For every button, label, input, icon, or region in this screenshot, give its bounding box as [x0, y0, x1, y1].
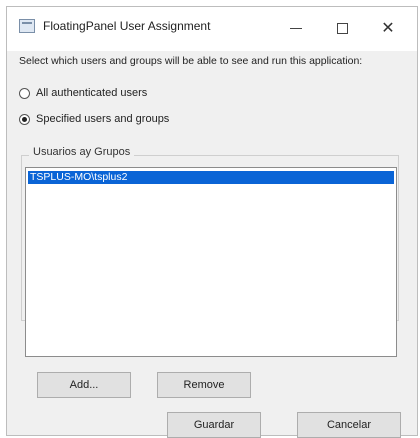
list-item[interactable]: TSPLUS-MO\tsplus2 — [28, 171, 394, 184]
title-bar: FloatingPanel User Assignment ✕ — [7, 7, 417, 51]
radio-specified-indicator[interactable] — [19, 113, 30, 125]
close-button[interactable]: ✕ — [365, 13, 411, 43]
maximize-icon — [336, 22, 348, 34]
maximize-button[interactable] — [319, 13, 365, 43]
app-icon — [19, 19, 35, 33]
remove-button[interactable]: Remove — [157, 372, 251, 398]
add-button[interactable]: Add... — [37, 372, 131, 398]
minimize-button[interactable] — [273, 13, 319, 43]
radio-all-authenticated-label: All authenticated users — [36, 87, 148, 99]
window-title: FloatingPanel User Assignment — [43, 19, 211, 33]
dialog-window: FloatingPanel User Assignment ✕ Select w… — [6, 6, 418, 438]
save-button[interactable]: Guardar — [167, 412, 261, 438]
users-groups-legend: Usuarios ay Grupos — [29, 146, 135, 158]
instructions-text: Select which users and groups will be ab… — [19, 55, 363, 67]
close-icon: ✕ — [381, 20, 395, 37]
radio-specified-users-groups[interactable]: Specified users and groups — [19, 113, 169, 125]
minimize-icon — [290, 27, 302, 29]
users-groups-list[interactable]: TSPLUS-MO\tsplus2 — [25, 167, 397, 357]
radio-specified-label: Specified users and groups — [36, 113, 170, 125]
radio-all-authenticated-users[interactable]: All authenticated users — [19, 87, 147, 99]
cancel-button[interactable]: Cancelar — [297, 412, 401, 438]
radio-all-authenticated-indicator[interactable] — [19, 87, 30, 99]
